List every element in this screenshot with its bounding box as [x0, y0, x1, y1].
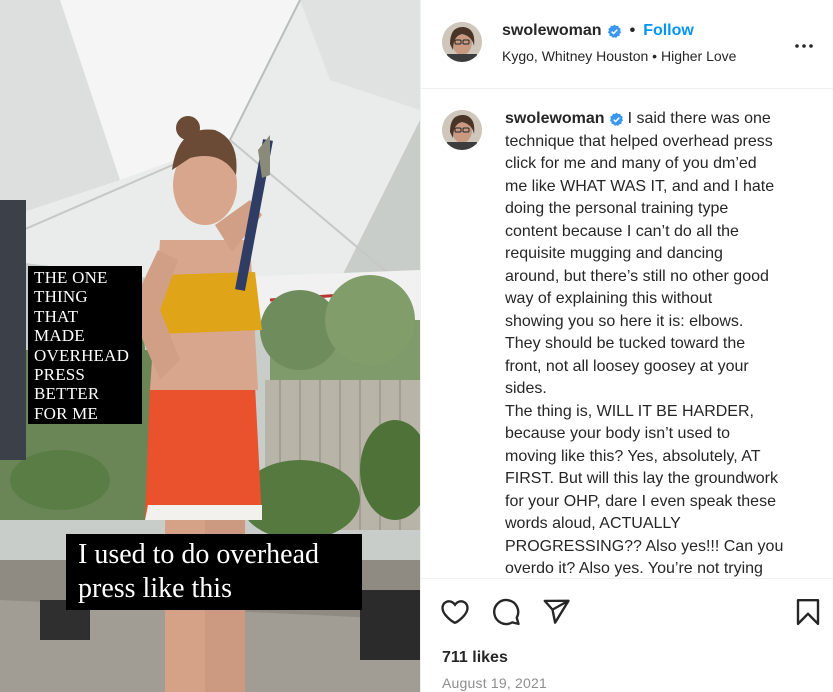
share-icon[interactable]	[541, 597, 571, 627]
post-sidebar: swolewoman • Follow Kygo, Whitney Housto…	[420, 0, 833, 692]
caption-line: words aloud, ACTUALLY	[505, 515, 681, 532]
overlay-line: I used to do overhead	[78, 539, 320, 570]
caption-line: showing you so here it is: elbows.	[505, 312, 744, 330]
caption-line: They should be tucked toward the	[505, 335, 746, 352]
caption-username-link[interactable]: swolewoman	[505, 108, 605, 131]
caption-first-line: swolewoman I said there was one	[505, 108, 811, 131]
caption-line: moving like this? Yes, absolutely, AT	[505, 447, 761, 465]
video-text-overlay-bottom: I used to do overhead press like this	[66, 534, 362, 610]
caption-line: PROGRESSING?? Also yes!!! Can you	[505, 537, 784, 555]
audio-link[interactable]: Kygo, Whitney Houston • Higher Love	[502, 48, 736, 64]
overlay-line: THING	[34, 287, 88, 307]
verified-badge-icon	[609, 112, 624, 127]
caption-line: I said there was one	[627, 110, 771, 127]
comment-icon[interactable]	[491, 597, 521, 627]
overlay-line: FOR ME	[34, 403, 99, 423]
verified-badge-icon	[607, 24, 622, 39]
avatar[interactable]	[442, 22, 482, 62]
username-link[interactable]: swolewoman	[502, 22, 602, 40]
overlay-line: PRESS	[34, 365, 86, 385]
caption-line: content because I can’t do all the	[505, 222, 739, 240]
caption-area[interactable]: swolewoman I said there was one technique…	[421, 90, 833, 578]
video-text-overlay-top: THE ONE THING THAT MADE OVERHEAD PRESS B…	[28, 266, 142, 424]
separator-dot: •	[629, 22, 636, 39]
header-user-row: swolewoman • Follow	[502, 22, 694, 40]
caption-line: way of explaining this without	[505, 290, 713, 307]
caption-line: because your body isn’t used to	[505, 425, 731, 442]
caption-line: FIRST. But will this lay the groundwork	[505, 470, 778, 487]
caption-line: overdo it? Also yes. You’re not trying	[505, 560, 763, 577]
overlay-line: OVERHEAD	[34, 345, 130, 365]
caption-line: around, but there’s still no other good	[505, 267, 769, 285]
caption-line: technique that helped overhead press	[505, 132, 773, 150]
more-options-icon[interactable]	[792, 34, 816, 58]
caption-line: me like WHAT WAS IT, and and I hate	[505, 177, 775, 195]
caption-line: for your OHP, dare I even speak these	[505, 492, 776, 510]
overlay-line: MADE	[34, 326, 85, 346]
follow-button[interactable]: Follow	[643, 22, 694, 40]
post-date: August 19, 2021	[442, 675, 547, 691]
caption-line: doing the personal training type	[505, 200, 729, 217]
overlay-line: BETTER	[34, 384, 100, 404]
overlay-line: press like this	[78, 573, 232, 604]
overlay-line: THE ONE	[34, 268, 108, 287]
caption-line: sides.	[505, 380, 547, 397]
avatar[interactable]	[442, 110, 482, 150]
overlay-line: THAT	[34, 306, 79, 326]
caption-text: swolewoman I said there was one technique…	[505, 108, 811, 578]
caption-line: requisite mugging and dancing	[505, 245, 723, 262]
heart-icon[interactable]	[440, 597, 470, 627]
caption-line: The thing is, WILL IT BE HARDER,	[505, 402, 754, 420]
post-header: swolewoman • Follow Kygo, Whitney Housto…	[421, 0, 833, 89]
likes-count[interactable]: 711 likes	[442, 649, 508, 667]
bookmark-icon[interactable]	[793, 597, 823, 627]
caption-line: click for me and many of you dm’ed	[505, 155, 757, 172]
reel-video[interactable]: THE ONE THING THAT MADE OVERHEAD PRESS B…	[0, 0, 420, 692]
post-actions: 711 likes August 19, 2021	[421, 578, 833, 692]
caption-line: front, not all loosey goosey at your	[505, 357, 749, 375]
caption-username-row: swolewoman	[505, 108, 624, 131]
